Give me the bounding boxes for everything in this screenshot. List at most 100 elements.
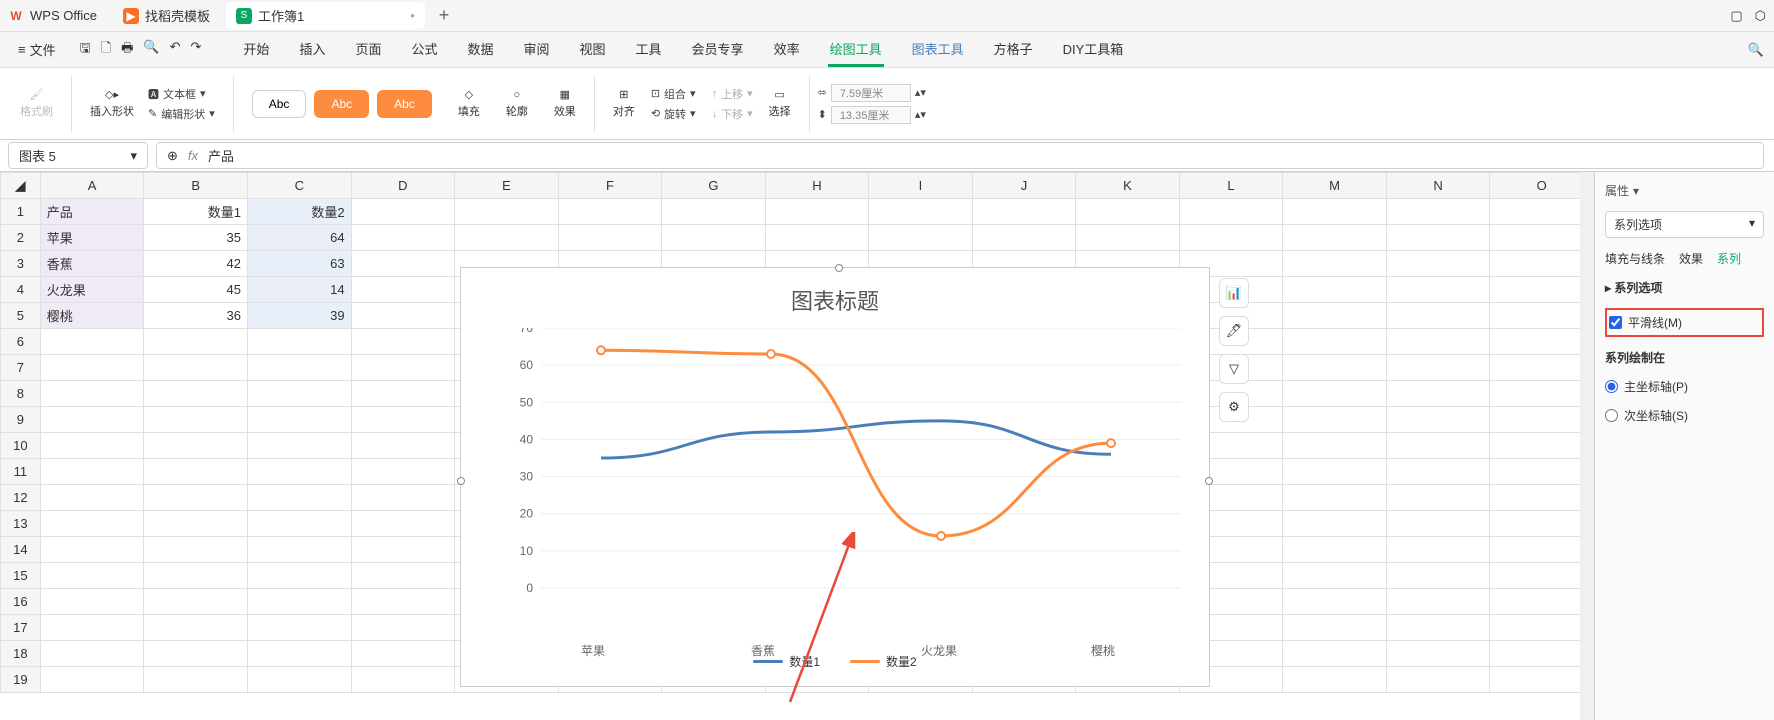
cell-O9[interactable] bbox=[1490, 407, 1594, 433]
save-icon[interactable]: 🖫 bbox=[80, 39, 91, 61]
chart-style-icon[interactable]: 🖊 bbox=[1219, 316, 1249, 346]
cell-H1[interactable] bbox=[765, 199, 869, 225]
chart-handle-t[interactable] bbox=[835, 264, 843, 272]
col-header-F[interactable]: F bbox=[558, 173, 662, 199]
cell-M5[interactable] bbox=[1283, 303, 1387, 329]
cell-M13[interactable] bbox=[1283, 511, 1387, 537]
window-restore-icon[interactable]: ▢ bbox=[1730, 8, 1742, 24]
cell-O16[interactable] bbox=[1490, 589, 1594, 615]
cell-O7[interactable] bbox=[1490, 355, 1594, 381]
cell-I1[interactable] bbox=[869, 199, 972, 225]
chart-object[interactable]: 图表标题 010203040506070 苹果香蕉火龙果樱桃 数量1 数量2 📊… bbox=[460, 267, 1210, 687]
row-header-4[interactable]: 4 bbox=[1, 277, 41, 303]
cell-A5[interactable]: 樱桃 bbox=[40, 303, 144, 329]
col-header-G[interactable]: G bbox=[662, 173, 766, 199]
window-settings-icon[interactable]: ⬡ bbox=[1755, 8, 1766, 24]
cell-C10[interactable] bbox=[247, 433, 351, 459]
cell-B8[interactable] bbox=[144, 381, 248, 407]
cell-C11[interactable] bbox=[247, 459, 351, 485]
cell-O6[interactable] bbox=[1490, 329, 1594, 355]
secondary-axis-input[interactable] bbox=[1605, 409, 1618, 422]
select-group[interactable]: ▭选择 bbox=[759, 68, 801, 139]
row-header-10[interactable]: 10 bbox=[1, 433, 41, 459]
cell-B1[interactable]: 数量1 bbox=[144, 199, 248, 225]
cell-C7[interactable] bbox=[247, 355, 351, 381]
cell-A9[interactable] bbox=[40, 407, 144, 433]
row-header-1[interactable]: 1 bbox=[1, 199, 41, 225]
cell-C18[interactable] bbox=[247, 641, 351, 667]
cell-B4[interactable]: 45 bbox=[144, 277, 248, 303]
cell-M4[interactable] bbox=[1283, 277, 1387, 303]
cell-A13[interactable] bbox=[40, 511, 144, 537]
cell-O1[interactable] bbox=[1490, 199, 1594, 225]
cell-C8[interactable] bbox=[247, 381, 351, 407]
cell-A4[interactable]: 火龙果 bbox=[40, 277, 144, 303]
cell-D13[interactable] bbox=[351, 511, 455, 537]
cell-G1[interactable] bbox=[662, 199, 766, 225]
fx-icon[interactable]: fx bbox=[188, 148, 198, 163]
cell-J1[interactable] bbox=[972, 199, 1075, 225]
primary-axis-radio[interactable]: 主坐标轴(P) bbox=[1605, 378, 1764, 395]
cell-N19[interactable] bbox=[1386, 667, 1490, 693]
cell-N14[interactable] bbox=[1386, 537, 1490, 563]
cell-D1[interactable] bbox=[351, 199, 455, 225]
cell-O10[interactable] bbox=[1490, 433, 1594, 459]
cell-O8[interactable] bbox=[1490, 381, 1594, 407]
row-header-7[interactable]: 7 bbox=[1, 355, 41, 381]
row-header-15[interactable]: 15 bbox=[1, 563, 41, 589]
redo-icon[interactable]: ↷ bbox=[191, 39, 202, 61]
cell-D2[interactable] bbox=[351, 225, 455, 251]
cell-N3[interactable] bbox=[1386, 251, 1490, 277]
cell-B3[interactable]: 42 bbox=[144, 251, 248, 277]
cell-D16[interactable] bbox=[351, 589, 455, 615]
name-box[interactable]: 图表 5 ▾ bbox=[8, 142, 148, 169]
vertical-scrollbar[interactable] bbox=[1580, 172, 1594, 720]
cell-D8[interactable] bbox=[351, 381, 455, 407]
cell-N12[interactable] bbox=[1386, 485, 1490, 511]
cell-K1[interactable] bbox=[1076, 199, 1180, 225]
cell-D11[interactable] bbox=[351, 459, 455, 485]
tab-view[interactable]: 视图 bbox=[578, 33, 608, 67]
tab-tools[interactable]: 工具 bbox=[634, 33, 664, 67]
cell-C2[interactable]: 64 bbox=[247, 225, 351, 251]
outline-group[interactable]: ○轮廓 bbox=[496, 68, 538, 139]
cell-N1[interactable] bbox=[1386, 199, 1490, 225]
cell-B9[interactable] bbox=[144, 407, 248, 433]
cell-M18[interactable] bbox=[1283, 641, 1387, 667]
tab-page[interactable]: 页面 bbox=[353, 33, 383, 67]
cell-D7[interactable] bbox=[351, 355, 455, 381]
cell-N18[interactable] bbox=[1386, 641, 1490, 667]
col-header-M[interactable]: M bbox=[1283, 173, 1387, 199]
cell-C14[interactable] bbox=[247, 537, 351, 563]
cell-A14[interactable] bbox=[40, 537, 144, 563]
ptab-series[interactable]: 系列 bbox=[1717, 250, 1741, 267]
select-all-corner[interactable]: ◢ bbox=[1, 173, 41, 199]
format-painter-group[interactable]: 🖌 格式刷 bbox=[10, 68, 63, 139]
col-header-H[interactable]: H bbox=[765, 173, 869, 199]
col-header-J[interactable]: J bbox=[972, 173, 1075, 199]
cell-M19[interactable] bbox=[1283, 667, 1387, 693]
cell-A10[interactable] bbox=[40, 433, 144, 459]
col-header-C[interactable]: C bbox=[247, 173, 351, 199]
cell-B5[interactable]: 36 bbox=[144, 303, 248, 329]
cell-M16[interactable] bbox=[1283, 589, 1387, 615]
cell-O15[interactable] bbox=[1490, 563, 1594, 589]
row-header-5[interactable]: 5 bbox=[1, 303, 41, 329]
cell-G2[interactable] bbox=[662, 225, 766, 251]
height-input[interactable] bbox=[831, 106, 911, 124]
cell-D12[interactable] bbox=[351, 485, 455, 511]
cell-O5[interactable] bbox=[1490, 303, 1594, 329]
print-icon[interactable]: 🖶 bbox=[121, 39, 133, 61]
cell-B19[interactable] bbox=[144, 667, 248, 693]
row-header-11[interactable]: 11 bbox=[1, 459, 41, 485]
tab-insert[interactable]: 插入 bbox=[297, 33, 327, 67]
cell-D6[interactable] bbox=[351, 329, 455, 355]
cell-B11[interactable] bbox=[144, 459, 248, 485]
cell-A3[interactable]: 香蕉 bbox=[40, 251, 144, 277]
cell-F1[interactable] bbox=[558, 199, 662, 225]
cell-O11[interactable] bbox=[1490, 459, 1594, 485]
cell-O4[interactable] bbox=[1490, 277, 1594, 303]
cell-A11[interactable] bbox=[40, 459, 144, 485]
cell-C19[interactable] bbox=[247, 667, 351, 693]
col-header-L[interactable]: L bbox=[1179, 173, 1283, 199]
